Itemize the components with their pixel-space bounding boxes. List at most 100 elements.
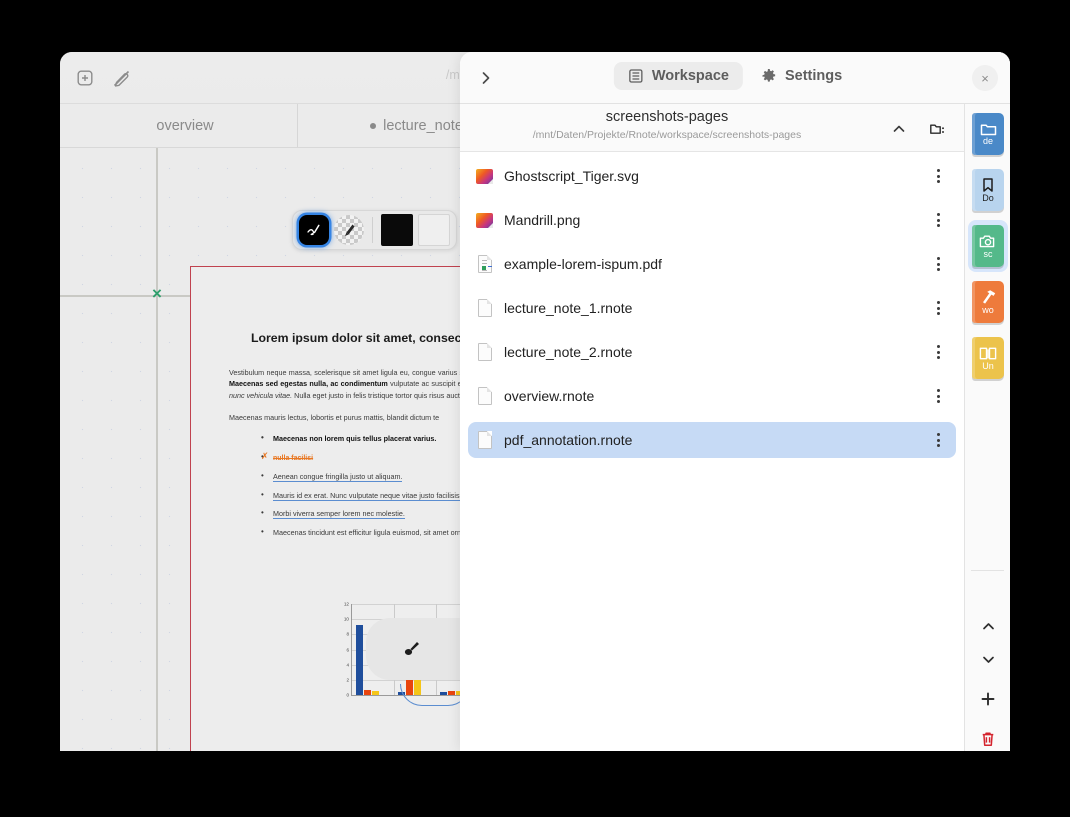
workspace-item-un[interactable]: Un — [968, 332, 1008, 384]
workspace-panel: Workspace Settings × screenshots-pages /… — [460, 52, 1010, 751]
chevron-right-icon[interactable] — [472, 64, 500, 92]
file-name-label: lecture_note_1.rnote — [504, 300, 633, 316]
workspace-tile: Un — [972, 337, 1004, 379]
file-row-example-lorem-ispum-pdf[interactable]: example-lorem-ispum.pdf — [468, 246, 956, 282]
pen-stroke-transparent-icon[interactable] — [334, 215, 364, 245]
tab-settings[interactable]: Settings — [747, 62, 856, 90]
folder-options-icon[interactable] — [924, 116, 950, 142]
list-item-text: Aenean congue fringilla justo ut aliquam… — [273, 472, 403, 483]
list-item-text: Mauris id ex erat. Nunc vulputate neque … — [273, 490, 486, 501]
pdf-file-icon — [476, 254, 494, 274]
camera-icon — [979, 234, 997, 249]
image-file-icon — [476, 166, 494, 186]
folder-header: screenshots-pages /mnt/Daten/Projekte/Rn… — [460, 104, 964, 152]
pen-disabled-icon[interactable] — [108, 65, 134, 91]
file-menu-icon[interactable] — [928, 165, 948, 187]
color-swatch-white[interactable] — [418, 214, 450, 246]
chart-ytick: 8 — [346, 631, 349, 637]
list-item-text: Maecenas tincidunt est efficitur ligula … — [273, 527, 462, 537]
close-icon[interactable]: × — [972, 65, 998, 91]
file-menu-icon[interactable] — [928, 385, 948, 407]
file-menu-icon[interactable] — [928, 341, 948, 363]
workspace-tile: wo — [972, 281, 1004, 323]
tab-workspace[interactable]: Workspace — [613, 62, 743, 90]
tab-modified-dot — [370, 122, 377, 129]
workspace-label: Un — [982, 360, 994, 371]
list-item-text: Morbi viverra semper lorem nec molestie. — [273, 509, 405, 520]
file-name-label: lecture_note_2.rnote — [504, 344, 633, 360]
origin-marker-icon: × — [152, 284, 162, 303]
close-glyph: × — [981, 70, 989, 86]
folder-name-label: screenshots-pages — [605, 109, 729, 125]
rnote-file-icon — [476, 298, 494, 318]
file-list[interactable]: Ghostscript_Tiger.svg Mandrill.png examp… — [460, 152, 964, 751]
add-tab-icon[interactable] — [72, 65, 98, 91]
workspace-label: wo — [982, 305, 994, 315]
workspace-icon — [628, 68, 644, 84]
file-menu-icon[interactable] — [928, 429, 948, 451]
pen-style-toolbar[interactable] — [292, 210, 457, 250]
tab-label: lecture_note — [383, 117, 463, 134]
add-workspace-button[interactable] — [968, 679, 1008, 719]
book-icon — [979, 346, 997, 361]
gear-icon — [761, 68, 777, 84]
chart-ytick: 0 — [346, 692, 349, 698]
tab-label: overview — [156, 117, 214, 134]
folder-path-label: /mnt/Daten/Projekte/Rnote/workspace/scre… — [532, 129, 802, 141]
workspace-item-wo[interactable]: wo — [968, 276, 1008, 328]
workspace-tile: sc — [972, 225, 1004, 267]
workspace-label: Do — [982, 193, 994, 203]
chart-ytick: 12 — [343, 601, 349, 607]
tab-label: Settings — [784, 68, 843, 84]
file-menu-icon[interactable] — [928, 297, 948, 319]
pen-stroke-dark-icon[interactable] — [299, 215, 329, 245]
file-menu-icon[interactable] — [928, 253, 948, 275]
file-name-label: pdf_annotation.rnote — [504, 432, 633, 448]
bookmark-icon — [981, 177, 995, 193]
workspace-label: de — [982, 136, 993, 146]
chart-ytick: 4 — [346, 662, 349, 668]
file-name-label: Ghostscript_Tiger.svg — [504, 168, 639, 184]
hammer-icon — [980, 289, 997, 305]
para-text: Vestibulum neque massa, scelerisque sit … — [229, 367, 438, 377]
move-workspace-down-button[interactable] — [968, 639, 1008, 679]
workspace-item-do[interactable]: Do — [968, 164, 1008, 216]
file-row-lecture-note-1-rnote[interactable]: lecture_note_1.rnote — [468, 290, 956, 326]
rnote-file-icon — [476, 386, 494, 406]
file-menu-icon[interactable] — [928, 209, 948, 231]
list-item-text: Maecenas non lorem quis tellus placerat … — [273, 434, 437, 444]
workspace-tile: de — [972, 113, 1004, 155]
workspace-item-de[interactable]: de — [968, 108, 1008, 160]
color-swatch-black[interactable] — [381, 214, 413, 246]
rnote-file-icon — [476, 342, 494, 362]
file-row-overview-rnote[interactable]: overview.rnote — [468, 378, 956, 414]
file-name-label: Mandrill.png — [504, 212, 581, 228]
folder-icon — [980, 122, 997, 136]
file-row-ghostscript-tiger-svg[interactable]: Ghostscript_Tiger.svg — [468, 158, 956, 194]
file-name-label: example-lorem-ispum.pdf — [504, 256, 662, 272]
workspace-rail: de Do sc wo Un — [964, 104, 1010, 751]
rail-divider — [971, 570, 1004, 571]
workspace-tab-group: Workspace Settings — [613, 62, 856, 90]
tab-label: Workspace — [651, 68, 729, 84]
chart-ytick: 2 — [346, 677, 349, 683]
toolbar-divider — [372, 217, 373, 243]
delete-workspace-button[interactable] — [968, 719, 1008, 751]
workspace-tile: Do — [972, 169, 1004, 211]
workspace-item-sc[interactable]: sc — [968, 220, 1008, 272]
rnote-file-icon — [476, 430, 494, 450]
list-item-text: nulla facilisi — [273, 454, 314, 462]
image-file-icon — [476, 210, 494, 230]
chart-ytick: 10 — [343, 616, 349, 622]
chart-ytick: 6 — [346, 647, 349, 652]
file-row-lecture-note-2-rnote[interactable]: lecture_note_2.rnote — [468, 334, 956, 370]
ink-brush-mark-icon — [401, 638, 423, 660]
file-row-pdf-annotation-rnote[interactable]: pdf_annotation.rnote — [468, 422, 956, 458]
tab-overview[interactable]: overview — [60, 104, 298, 147]
chart-bar — [372, 691, 379, 695]
chevron-up-icon[interactable] — [886, 116, 912, 142]
chart-bar — [356, 625, 363, 695]
orange-scribble-icon: ✗ — [261, 450, 269, 461]
file-name-label: overview.rnote — [504, 388, 595, 404]
file-row-mandrill-png[interactable]: Mandrill.png — [468, 202, 956, 238]
